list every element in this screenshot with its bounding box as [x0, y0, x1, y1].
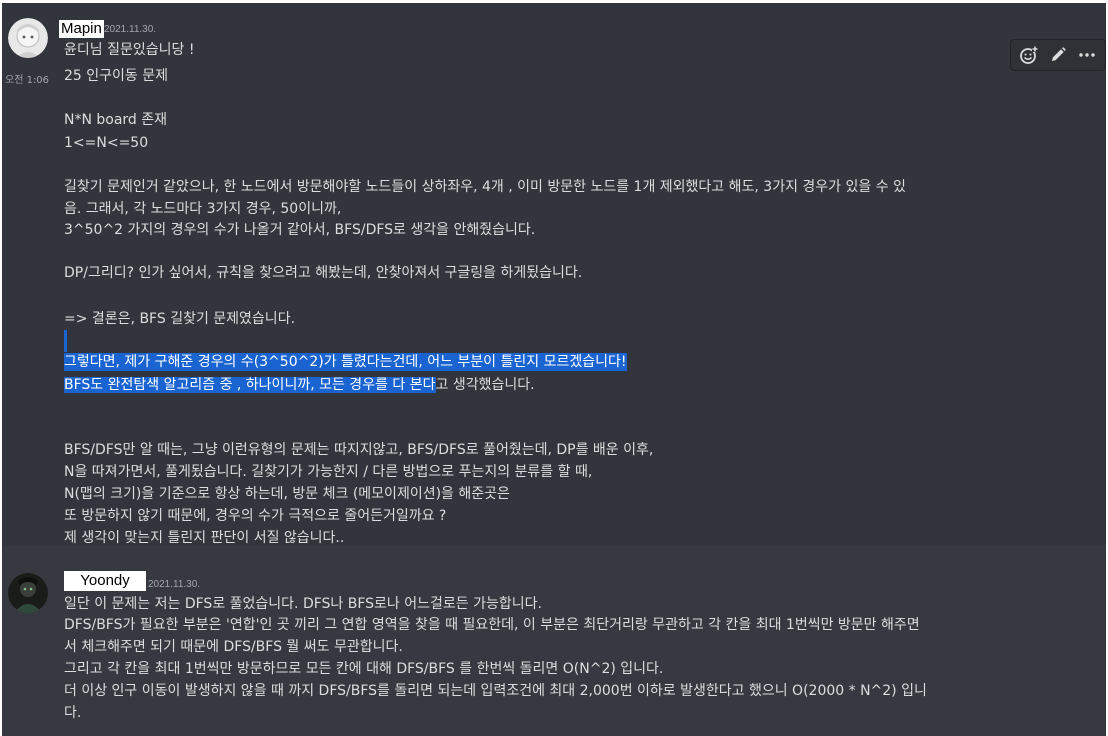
unselected-text: 고 생각했습니다.: [435, 377, 535, 393]
add-reaction-icon: [1020, 46, 1039, 64]
username[interactable]: Yoondy: [64, 571, 146, 591]
avatar[interactable]: [8, 573, 48, 613]
message-line-selected: 그렇다면, 제가 구해준 경우의 수(3^50^2)가 틀렸다는건데, 어느 부…: [64, 353, 627, 371]
message-line: 1<=N<=50: [64, 135, 149, 151]
message-line: 3^50^2 가지의 경우의 수가 나올거 같아서, BFS/DFS로 생각을 …: [64, 222, 536, 238]
selection-caret: [64, 330, 67, 352]
message-line: 서 체크해주면 되기 때문에 DFS/BFS 뭘 써도 무관합니다.: [64, 639, 403, 655]
timestamp: 2021.11.30.: [104, 24, 157, 35]
message-line: 또 방문하지 않기 때문에, 경우의 수가 극적으로 줄어든거일까요 ?: [64, 508, 447, 524]
message-line: N을 따져가면서, 풀게됬습니다. 길찾기가 가능한지 / 다른 방법으로 푸는…: [64, 464, 593, 480]
message-line: BFS도 완전탐색 알고리즘 중 , 하나이니까, 모든 경우를 다 본다고 생…: [64, 376, 535, 394]
message-line: 일단 이 문제는 저는 DFS로 풀었습니다. DFS나 BFS로나 어느걸로든…: [64, 596, 542, 612]
selected-text: BFS도 완전탐색 알고리즘 중 , 하나이니까, 모든 경우를 다 본다: [64, 377, 436, 393]
more-icon: [1078, 53, 1095, 57]
message-line: 음. 그래서, 각 노드마다 3가지 경우, 50이니까,: [64, 201, 342, 217]
message-group: Mapin 2021.11.30. 윤디님 질문있습니당 ! 오전 1:06 2…: [2, 3, 1106, 546]
edit-icon: [1051, 47, 1066, 61]
message-group: Yoondy 2021.11.30. 일단 이 문제는 저는 DFS로 풀었습니…: [2, 561, 1106, 736]
message-line: N(맵의 크기)을 기준으로 항상 하는데, 방문 체크 (메모이제이션)을 해…: [64, 486, 510, 502]
avatar[interactable]: [8, 18, 48, 58]
message-line: 길찾기 문제인거 같았으나, 한 노드에서 방문해야할 노드들이 상하좌우, 4…: [64, 179, 906, 195]
username[interactable]: Mapin: [59, 20, 104, 38]
side-timestamp: 오전 1:06: [5, 75, 50, 86]
message-line: 25 인구이동 문제: [64, 68, 168, 84]
message-line: BFS/DFS만 알 때는, 그냥 이런유형의 문제는 따지지않고, BFS/D…: [64, 442, 654, 458]
message-line: DP/그리디? 인가 싶어서, 규칙을 찾으려고 해봤는데, 안찾아져서 구글링…: [64, 265, 583, 281]
message-line: 그리고 각 칸을 최대 1번씩만 방문하므로 모든 칸에 대해 DFS/BFS …: [64, 661, 664, 677]
message-line: 더 이상 인구 이동이 발생하지 않을 때 까지 DFS/BFS를 돌리면 되는…: [64, 683, 927, 699]
message-line: 윤디님 질문있습니당 !: [64, 42, 195, 58]
more-button[interactable]: [1075, 43, 1099, 67]
timestamp: 2021.11.30.: [148, 579, 201, 590]
message-line: => 결론은, BFS 길찾기 문제였습니다.: [64, 311, 296, 327]
chat-area: Mapin 2021.11.30. 윤디님 질문있습니당 ! 오전 1:06 2…: [2, 3, 1106, 736]
add-reaction-button[interactable]: [1017, 43, 1041, 67]
message-line: DFS/BFS가 필요한 부분은 '연합'인 곳 끼리 그 연합 영역을 찾을 …: [64, 617, 920, 633]
message-line: N*N board 존재: [64, 112, 168, 128]
message-toolbar: [1010, 39, 1106, 71]
message-line: 다.: [64, 705, 82, 721]
message-line: 제 생각이 맞는지 틀린지 판단이 서질 않습니다..: [64, 530, 345, 546]
edit-button[interactable]: [1046, 43, 1070, 67]
